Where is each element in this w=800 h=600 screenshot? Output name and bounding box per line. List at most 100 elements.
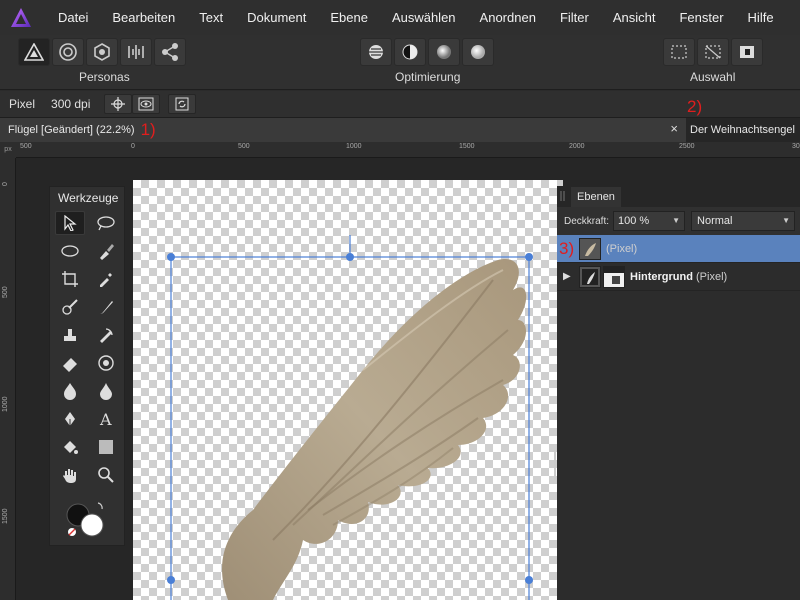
layers-panel: Ebenen Deckkraft: 100 % ▼ Normal ▼ 3) (P… (554, 186, 800, 600)
layer-row[interactable]: ▶ Hintergrund (Pixel) (557, 263, 800, 291)
menu-ansicht[interactable]: Ansicht (601, 0, 668, 35)
move-tool[interactable] (55, 211, 85, 235)
colors-icon (437, 45, 451, 59)
annotation-1: 1) (140, 120, 156, 139)
tone-mapping-persona-button[interactable] (120, 38, 152, 66)
expand-arrow-icon[interactable]: ▶ (563, 271, 579, 282)
personas-label: Personas (79, 70, 130, 84)
crosshair-icon (111, 97, 126, 111)
clone-tool[interactable] (55, 323, 85, 347)
opacity-row: Deckkraft: 100 % ▼ Normal ▼ (557, 207, 800, 235)
auto-levels-button[interactable] (360, 38, 392, 66)
menu-auswaehlen[interactable]: Auswählen (380, 0, 468, 35)
dpi-label[interactable]: 300 dpi (51, 97, 90, 111)
optimierung-label: Optimierung (395, 70, 461, 84)
color-picker-tool[interactable] (91, 267, 121, 291)
auswahl-label: Auswahl (690, 70, 736, 84)
export-persona-button[interactable] (154, 38, 186, 66)
color-swatches[interactable] (64, 499, 108, 539)
lasso-icon (97, 216, 115, 231)
auto-white-balance-button[interactable] (462, 38, 494, 66)
blend-mode-value: Normal (697, 215, 733, 227)
liquify-persona-button[interactable] (52, 38, 84, 66)
sync-button[interactable] (168, 94, 197, 114)
tab-fluegel[interactable]: Flügel [Geändert] (22.2%) 1) × (0, 118, 686, 142)
annotation-2: 2) (687, 97, 703, 116)
pen-icon (65, 412, 75, 427)
deselect-icon (705, 45, 721, 59)
tab-weihnachtsengel[interactable]: Der Weihnachtsengel (690, 118, 795, 142)
clone-icon (64, 329, 76, 341)
menu-filter[interactable]: Filter (548, 0, 601, 35)
blend-mode-select[interactable]: Normal ▼ (691, 211, 796, 231)
menu-datei[interactable]: Datei (46, 0, 100, 35)
unit-label[interactable]: Pixel (9, 97, 35, 111)
develop-persona-icon (94, 43, 110, 61)
deselect-button[interactable] (697, 38, 729, 66)
dodge-icon (98, 355, 114, 371)
menu-dokument[interactable]: Dokument (235, 0, 318, 35)
white-balance-icon (471, 45, 485, 59)
layer-thumbnail (579, 237, 601, 260)
pen-tool[interactable] (55, 407, 85, 431)
menu-text[interactable]: Text (187, 0, 235, 35)
paint-brush-tool[interactable] (55, 295, 85, 319)
fill-icon (64, 441, 78, 454)
hand-tool[interactable] (55, 463, 85, 487)
burn-tool[interactable] (55, 379, 85, 403)
tools-panel: Werkzeuge A (49, 186, 125, 546)
ruler-h-label: 500 (20, 143, 32, 150)
ellipse-select-tool[interactable] (55, 239, 85, 263)
zoom-tool[interactable] (91, 463, 121, 487)
crop-tool[interactable] (55, 267, 85, 291)
export-persona-icon (162, 43, 178, 61)
dodge-tool[interactable] (91, 351, 121, 375)
horizontal-ruler[interactable]: 500 0 500 1000 1500 2000 2500 300 (16, 142, 800, 158)
opacity-field[interactable]: 100 % ▼ (613, 211, 686, 231)
lasso-tool[interactable] (91, 211, 121, 235)
selection-brush-tool[interactable] (91, 239, 121, 263)
tab-ebenen[interactable]: Ebenen (571, 187, 621, 207)
close-tab-icon[interactable]: × (670, 121, 678, 136)
ellipse-select-icon (61, 245, 79, 257)
burn-icon (64, 383, 76, 400)
select-all-button[interactable] (663, 38, 695, 66)
auto-colors-button[interactable] (428, 38, 460, 66)
rectangle-tool[interactable] (91, 435, 121, 459)
menu-hilfe[interactable]: Hilfe (736, 0, 786, 35)
photo-persona-button[interactable] (18, 38, 50, 66)
ruler-h-label: 2500 (679, 143, 695, 150)
ruler-h-label: 2000 (569, 143, 585, 150)
eraser-tool[interactable] (55, 351, 85, 375)
ruler-v-label: 1500 (2, 508, 9, 524)
layer-row[interactable]: 3) (Pixel) (557, 235, 800, 263)
brush-tool[interactable] (91, 295, 121, 319)
fill-tool[interactable] (55, 435, 85, 459)
wing-thumbnail-icon (585, 242, 596, 256)
view-mode-button[interactable] (132, 94, 161, 114)
text-tool[interactable]: A (91, 407, 121, 431)
chevron-down-icon: ▼ (782, 216, 791, 225)
invert-selection-button[interactable] (731, 38, 763, 66)
menu-fenster[interactable]: Fenster (667, 0, 735, 35)
healing-tool[interactable] (91, 323, 121, 347)
menu-anordnen[interactable]: Anordnen (468, 0, 548, 35)
develop-persona-button[interactable] (86, 38, 118, 66)
snapping-button[interactable] (104, 94, 133, 114)
annotation-3: 3) (559, 238, 575, 258)
menu-ebene[interactable]: Ebene (318, 0, 380, 35)
svg-text:A: A (99, 410, 112, 428)
ruler-unit: px (0, 142, 16, 158)
menu-bearbeiten[interactable]: Bearbeiten (100, 0, 187, 35)
blur-tool[interactable] (91, 379, 121, 403)
wing-image[interactable] (133, 180, 563, 600)
tools-panel-title: Werkzeuge (58, 191, 119, 205)
panel-grip-icon[interactable] (560, 191, 566, 201)
panel-resize-handle[interactable] (554, 450, 557, 480)
auto-contrast-button[interactable] (394, 38, 426, 66)
ruler-h-label: 300 (792, 143, 800, 150)
affinity-photo-logo-icon[interactable] (10, 7, 32, 29)
vertical-ruler[interactable]: 0 500 1000 1500 (0, 158, 16, 600)
eyedropper-icon (100, 273, 112, 287)
mask-thumbnail-icon (582, 268, 598, 285)
